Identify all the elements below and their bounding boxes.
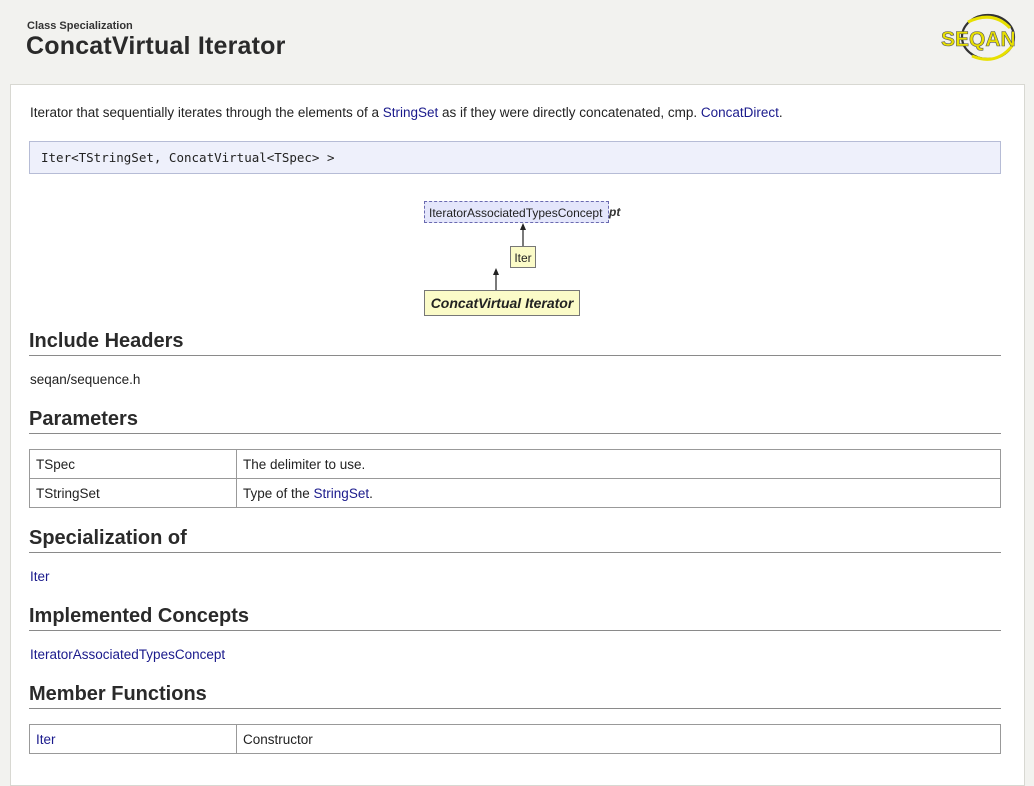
concept-link[interactable]: IteratorAssociatedTypesConcept: [30, 647, 225, 662]
intro-text: Iterator that sequentially iterates thro…: [30, 105, 783, 120]
page-header: Class Specialization ConcatVirtual Itera…: [0, 0, 1034, 84]
specialization-of-value: Iter: [30, 569, 50, 584]
member-desc: Constructor: [236, 724, 1001, 754]
content-panel: Iterator that sequentially iterates thro…: [10, 84, 1025, 786]
iter-link[interactable]: Iter: [30, 569, 50, 584]
param-desc: Type of the StringSet.: [236, 478, 1001, 508]
stringset-link[interactable]: StringSet: [314, 486, 370, 501]
concept-node[interactable]: IteratorAssociatedTypesConcept: [424, 201, 609, 223]
include-header-value: seqan/sequence.h: [30, 372, 141, 387]
section-parameters: Parameters: [29, 408, 1001, 434]
intro-after: .: [778, 105, 783, 120]
parent-node-iter[interactable]: Iter: [510, 246, 536, 268]
implemented-concepts-value: IteratorAssociatedTypesConcept: [30, 647, 225, 662]
section-include-headers: Include Headers: [29, 330, 1001, 356]
inheritance-diagram: IteratorAssociatedTypesConcept pt Iter C…: [29, 197, 1001, 321]
member-functions-table: Iter Constructor: [29, 724, 1001, 754]
signature-box: Iter<TStringSet, ConcatVirtual<TSpec> >: [29, 141, 1001, 174]
member-link[interactable]: Iter: [36, 732, 56, 747]
parameters-table: TSpec The delimiter to use. TStringSet T…: [29, 449, 1001, 508]
param-desc: The delimiter to use.: [236, 449, 1001, 479]
signature-code: Iter<TStringSet, ConcatVirtual<TSpec> >: [41, 150, 335, 165]
param-name: TSpec: [29, 449, 237, 479]
stringset-link[interactable]: StringSet: [383, 105, 439, 120]
table-row: TStringSet Type of the StringSet.: [29, 478, 1001, 508]
section-member-functions: Member Functions: [29, 683, 1001, 709]
seqan-logo[interactable]: SEQAN: [938, 10, 1020, 64]
param-desc-text: Type of the: [243, 485, 314, 501]
param-desc-after: .: [369, 485, 373, 501]
table-row: TSpec The delimiter to use.: [29, 449, 1001, 479]
intro-middle: as if they were directly concatenated, c…: [438, 105, 701, 120]
concatdirect-link[interactable]: ConcatDirect: [701, 105, 779, 120]
page-kicker: Class Specialization: [27, 20, 133, 32]
section-specialization-of: Specialization of: [29, 527, 1001, 553]
intro-before: Iterator that sequentially iterates thro…: [30, 105, 383, 120]
param-desc-text: The delimiter to use.: [243, 456, 366, 472]
self-node: ConcatVirtual Iterator: [424, 290, 580, 316]
page-title: ConcatVirtual Iterator: [26, 32, 286, 60]
table-row: Iter Constructor: [29, 724, 1001, 754]
member-name: Iter: [29, 724, 237, 754]
logo-text: SEQAN: [941, 28, 1016, 51]
section-implemented-concepts: Implemented Concepts: [29, 605, 1001, 631]
concept-node-overflow: pt: [609, 205, 621, 219]
param-name: TStringSet: [29, 478, 237, 508]
